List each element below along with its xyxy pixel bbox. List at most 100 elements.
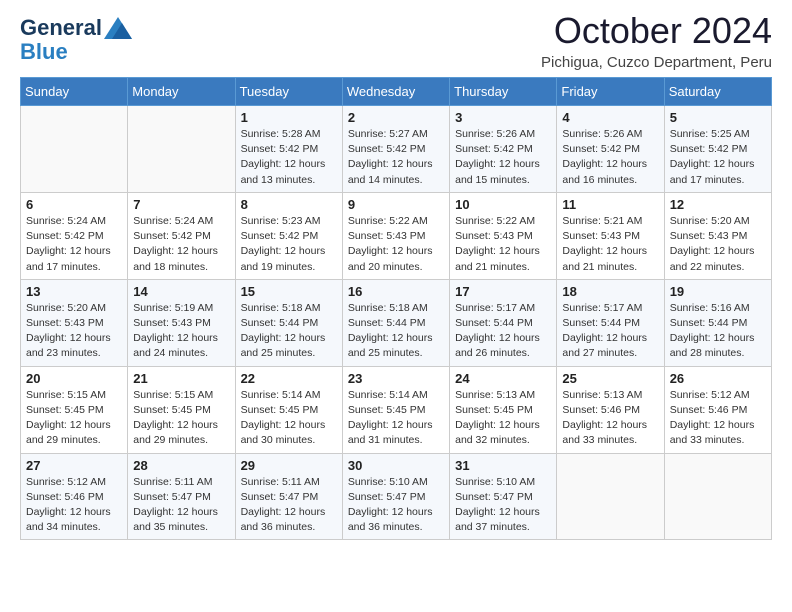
day-info: Sunrise: 5:22 AMSunset: 5:43 PMDaylight:… <box>348 215 433 273</box>
calendar-cell: 29 Sunrise: 5:11 AMSunset: 5:47 PMDaylig… <box>235 453 342 540</box>
day-info: Sunrise: 5:15 AMSunset: 5:45 PMDaylight:… <box>133 389 218 447</box>
calendar-cell: 31 Sunrise: 5:10 AMSunset: 5:47 PMDaylig… <box>450 453 557 540</box>
day-info: Sunrise: 5:16 AMSunset: 5:44 PMDaylight:… <box>670 302 755 360</box>
day-number: 13 <box>26 284 122 299</box>
calendar-cell <box>664 453 771 540</box>
day-number: 25 <box>562 371 658 386</box>
calendar-cell: 17 Sunrise: 5:17 AMSunset: 5:44 PMDaylig… <box>450 279 557 366</box>
day-info: Sunrise: 5:19 AMSunset: 5:43 PMDaylight:… <box>133 302 218 360</box>
day-number: 8 <box>241 197 337 212</box>
calendar-cell: 28 Sunrise: 5:11 AMSunset: 5:47 PMDaylig… <box>128 453 235 540</box>
calendar-table: SundayMondayTuesdayWednesdayThursdayFrid… <box>20 77 772 540</box>
day-number: 3 <box>455 110 551 125</box>
calendar-week-row: 20 Sunrise: 5:15 AMSunset: 5:45 PMDaylig… <box>21 366 772 453</box>
day-info: Sunrise: 5:27 AMSunset: 5:42 PMDaylight:… <box>348 128 433 186</box>
day-info: Sunrise: 5:11 AMSunset: 5:47 PMDaylight:… <box>241 476 326 534</box>
logo: General Blue <box>20 16 132 64</box>
calendar-cell: 2 Sunrise: 5:27 AMSunset: 5:42 PMDayligh… <box>342 106 449 193</box>
day-info: Sunrise: 5:18 AMSunset: 5:44 PMDaylight:… <box>348 302 433 360</box>
day-info: Sunrise: 5:10 AMSunset: 5:47 PMDaylight:… <box>455 476 540 534</box>
day-number: 17 <box>455 284 551 299</box>
day-number: 18 <box>562 284 658 299</box>
day-number: 9 <box>348 197 444 212</box>
day-number: 6 <box>26 197 122 212</box>
day-number: 16 <box>348 284 444 299</box>
day-info: Sunrise: 5:26 AMSunset: 5:42 PMDaylight:… <box>562 128 647 186</box>
day-number: 23 <box>348 371 444 386</box>
logo-text: General <box>20 16 102 40</box>
calendar-day-header: Monday <box>128 78 235 106</box>
day-info: Sunrise: 5:24 AMSunset: 5:42 PMDaylight:… <box>26 215 111 273</box>
day-number: 10 <box>455 197 551 212</box>
day-info: Sunrise: 5:17 AMSunset: 5:44 PMDaylight:… <box>455 302 540 360</box>
calendar-cell: 7 Sunrise: 5:24 AMSunset: 5:42 PMDayligh… <box>128 192 235 279</box>
calendar-cell: 6 Sunrise: 5:24 AMSunset: 5:42 PMDayligh… <box>21 192 128 279</box>
day-info: Sunrise: 5:13 AMSunset: 5:45 PMDaylight:… <box>455 389 540 447</box>
day-info: Sunrise: 5:26 AMSunset: 5:42 PMDaylight:… <box>455 128 540 186</box>
calendar-cell: 16 Sunrise: 5:18 AMSunset: 5:44 PMDaylig… <box>342 279 449 366</box>
calendar-cell <box>21 106 128 193</box>
calendar-cell: 27 Sunrise: 5:12 AMSunset: 5:46 PMDaylig… <box>21 453 128 540</box>
calendar-cell: 22 Sunrise: 5:14 AMSunset: 5:45 PMDaylig… <box>235 366 342 453</box>
calendar-day-header: Wednesday <box>342 78 449 106</box>
calendar-day-header: Thursday <box>450 78 557 106</box>
calendar-cell: 14 Sunrise: 5:19 AMSunset: 5:43 PMDaylig… <box>128 279 235 366</box>
month-year: October 2024 <box>541 10 772 52</box>
calendar-cell: 4 Sunrise: 5:26 AMSunset: 5:42 PMDayligh… <box>557 106 664 193</box>
day-number: 5 <box>670 110 766 125</box>
day-number: 2 <box>348 110 444 125</box>
calendar-cell: 18 Sunrise: 5:17 AMSunset: 5:44 PMDaylig… <box>557 279 664 366</box>
day-info: Sunrise: 5:22 AMSunset: 5:43 PMDaylight:… <box>455 215 540 273</box>
day-number: 11 <box>562 197 658 212</box>
day-number: 27 <box>26 458 122 473</box>
calendar-cell: 24 Sunrise: 5:13 AMSunset: 5:45 PMDaylig… <box>450 366 557 453</box>
calendar-cell: 25 Sunrise: 5:13 AMSunset: 5:46 PMDaylig… <box>557 366 664 453</box>
day-number: 22 <box>241 371 337 386</box>
day-info: Sunrise: 5:24 AMSunset: 5:42 PMDaylight:… <box>133 215 218 273</box>
calendar-week-row: 6 Sunrise: 5:24 AMSunset: 5:42 PMDayligh… <box>21 192 772 279</box>
day-number: 12 <box>670 197 766 212</box>
day-number: 26 <box>670 371 766 386</box>
day-number: 28 <box>133 458 229 473</box>
day-info: Sunrise: 5:17 AMSunset: 5:44 PMDaylight:… <box>562 302 647 360</box>
calendar-day-header: Tuesday <box>235 78 342 106</box>
day-info: Sunrise: 5:14 AMSunset: 5:45 PMDaylight:… <box>241 389 326 447</box>
logo-blue-text: Blue <box>20 39 68 64</box>
calendar-cell: 8 Sunrise: 5:23 AMSunset: 5:42 PMDayligh… <box>235 192 342 279</box>
calendar-cell: 10 Sunrise: 5:22 AMSunset: 5:43 PMDaylig… <box>450 192 557 279</box>
day-number: 19 <box>670 284 766 299</box>
day-info: Sunrise: 5:25 AMSunset: 5:42 PMDaylight:… <box>670 128 755 186</box>
calendar-day-header: Saturday <box>664 78 771 106</box>
calendar-cell: 30 Sunrise: 5:10 AMSunset: 5:47 PMDaylig… <box>342 453 449 540</box>
day-number: 7 <box>133 197 229 212</box>
day-number: 24 <box>455 371 551 386</box>
calendar-cell: 11 Sunrise: 5:21 AMSunset: 5:43 PMDaylig… <box>557 192 664 279</box>
day-number: 29 <box>241 458 337 473</box>
calendar-header-row: SundayMondayTuesdayWednesdayThursdayFrid… <box>21 78 772 106</box>
day-number: 14 <box>133 284 229 299</box>
location: Pichigua, Cuzco Department, Peru <box>541 54 772 71</box>
day-info: Sunrise: 5:12 AMSunset: 5:46 PMDaylight:… <box>670 389 755 447</box>
day-number: 15 <box>241 284 337 299</box>
day-info: Sunrise: 5:18 AMSunset: 5:44 PMDaylight:… <box>241 302 326 360</box>
logo-icon <box>104 17 132 39</box>
day-info: Sunrise: 5:28 AMSunset: 5:42 PMDaylight:… <box>241 128 326 186</box>
calendar-cell: 13 Sunrise: 5:20 AMSunset: 5:43 PMDaylig… <box>21 279 128 366</box>
day-info: Sunrise: 5:21 AMSunset: 5:43 PMDaylight:… <box>562 215 647 273</box>
calendar-cell <box>128 106 235 193</box>
calendar-cell: 1 Sunrise: 5:28 AMSunset: 5:42 PMDayligh… <box>235 106 342 193</box>
calendar-week-row: 27 Sunrise: 5:12 AMSunset: 5:46 PMDaylig… <box>21 453 772 540</box>
day-number: 30 <box>348 458 444 473</box>
day-info: Sunrise: 5:20 AMSunset: 5:43 PMDaylight:… <box>670 215 755 273</box>
day-info: Sunrise: 5:13 AMSunset: 5:46 PMDaylight:… <box>562 389 647 447</box>
calendar-cell: 5 Sunrise: 5:25 AMSunset: 5:42 PMDayligh… <box>664 106 771 193</box>
day-info: Sunrise: 5:11 AMSunset: 5:47 PMDaylight:… <box>133 476 218 534</box>
day-info: Sunrise: 5:10 AMSunset: 5:47 PMDaylight:… <box>348 476 433 534</box>
day-number: 4 <box>562 110 658 125</box>
calendar-week-row: 1 Sunrise: 5:28 AMSunset: 5:42 PMDayligh… <box>21 106 772 193</box>
day-number: 21 <box>133 371 229 386</box>
calendar-cell: 21 Sunrise: 5:15 AMSunset: 5:45 PMDaylig… <box>128 366 235 453</box>
day-info: Sunrise: 5:23 AMSunset: 5:42 PMDaylight:… <box>241 215 326 273</box>
calendar-day-header: Friday <box>557 78 664 106</box>
calendar-cell: 12 Sunrise: 5:20 AMSunset: 5:43 PMDaylig… <box>664 192 771 279</box>
